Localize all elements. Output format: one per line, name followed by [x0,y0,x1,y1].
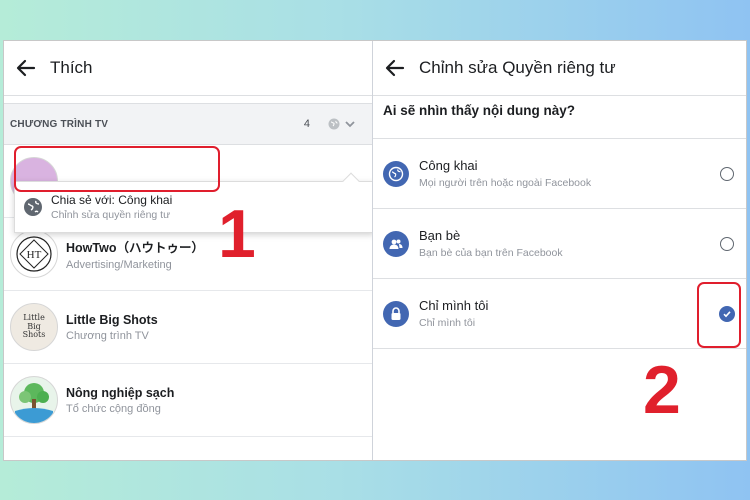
option-subtitle: Chỉ mình tôi [419,317,476,329]
option-subtitle: Mọi người trên hoặc ngoài Facebook [419,177,592,189]
option-subtitle: Bạn bè của bạn trên Facebook [419,247,563,259]
item-title: HowTwo（ハウトゥー） [66,241,204,255]
avatar: Little Big Shots [10,303,58,351]
section-count: 4 [303,118,310,130]
back-arrow-icon[interactable] [383,56,407,80]
friends-icon [383,230,409,257]
likes-panel: Thích CHƯƠNG TRÌNH TV 4 HT HowTwo（ハウトゥー）… [4,41,373,460]
avatar [10,376,58,424]
globe-icon[interactable] [328,118,340,130]
option-public[interactable]: Công khai Mọi người trên hoặc ngoài Face… [373,139,746,209]
item-subtitle: Tổ chức cộng đồng [66,402,161,415]
item-subtitle: Advertising/Marketing [66,259,172,271]
item-title: Little Big Shots [66,312,158,327]
radio-friends[interactable] [720,236,734,251]
radio-public[interactable] [720,166,734,181]
tree-logo-icon [15,383,53,423]
avatar-text: HT [27,249,42,261]
chevron-down-icon[interactable] [344,118,356,130]
avatar: HT [10,230,58,278]
item-title: Nông nghiệp sạch [66,385,175,400]
page-title: Chỉnh sửa Quyền riêng tư [419,58,616,77]
section-header: CHƯƠNG TRÌNH TV 4 [4,103,372,145]
annotation-number-2: 2 [643,352,681,428]
globe-icon [24,198,42,216]
page-title: Thích [50,58,93,77]
option-friends[interactable]: Bạn bè Bạn bè của bạn trên Facebook [373,209,746,279]
highlight-box [697,282,741,348]
privacy-panel: Chỉnh sửa Quyền riêng tư Ai sẽ nhìn thấy… [373,41,746,460]
privacy-topbar: Chỉnh sửa Quyền riêng tư [373,41,746,96]
likes-topbar: Thích [4,41,372,96]
dropdown-title: Chia sẻ với: Công khai [51,193,173,207]
highlight-box [14,146,220,192]
section-title: CHƯƠNG TRÌNH TV [10,118,109,130]
privacy-question: Ai sẽ nhìn thấy nội dung này? [383,103,576,118]
option-title: Công khai [419,158,478,173]
annotation-number-1: 1 [218,196,256,272]
lock-icon [383,300,409,327]
avatar-text: Little Big Shots [22,313,46,340]
howtwo-logo-icon: HT [16,236,52,272]
dropdown-subtitle: Chỉnh sửa quyền riêng tư [51,209,171,221]
globe-icon [383,160,409,187]
item-subtitle: Chương trình TV [66,329,149,342]
option-title: Bạn bè [419,228,461,243]
privacy-options: Công khai Mọi người trên hoặc ngoài Face… [373,138,746,349]
back-arrow-icon[interactable] [14,56,38,80]
list-item[interactable]: Little Big Shots Little Big Shots Chương… [4,291,372,364]
option-only-me[interactable]: Chỉ mình tôi Chỉ mình tôi [373,279,746,349]
option-title: Chỉ mình tôi [419,298,489,313]
screenshot-frame: Thích CHƯƠNG TRÌNH TV 4 HT HowTwo（ハウトゥー）… [3,40,747,461]
list-item[interactable]: Nông nghiệp sạch Tổ chức cộng đồng [4,364,372,437]
